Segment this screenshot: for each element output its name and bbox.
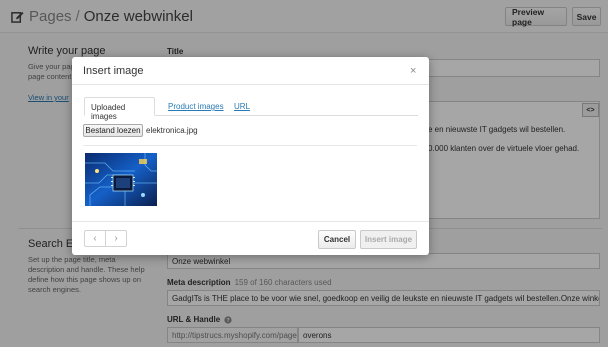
tab-product-images[interactable]: Product images <box>162 97 230 116</box>
previous-page-button[interactable]: ‹ <box>85 231 105 246</box>
browse-file-button[interactable]: Bestand loezen <box>83 124 143 137</box>
image-source-tabs: Uploaded images Product images URL <box>84 97 418 121</box>
next-page-button[interactable]: › <box>105 231 126 246</box>
selected-file-name: elektronica.jpg <box>146 126 198 135</box>
tab-uploaded-images[interactable]: Uploaded images <box>84 97 155 121</box>
insert-image-dialog: Insert image × Uploaded images Product i… <box>72 57 429 255</box>
cancel-button[interactable]: Cancel <box>318 230 356 249</box>
close-icon[interactable]: × <box>410 65 416 77</box>
dialog-header: Insert image × <box>72 57 429 85</box>
circuit-board-image <box>85 153 157 206</box>
dialog-divider <box>83 145 417 146</box>
image-thumbnail[interactable] <box>85 153 157 206</box>
dialog-title: Insert image <box>83 65 144 77</box>
image-pager: ‹ › <box>84 230 127 247</box>
insert-image-button[interactable]: Insert image <box>360 230 417 249</box>
tab-url[interactable]: URL <box>228 97 256 116</box>
